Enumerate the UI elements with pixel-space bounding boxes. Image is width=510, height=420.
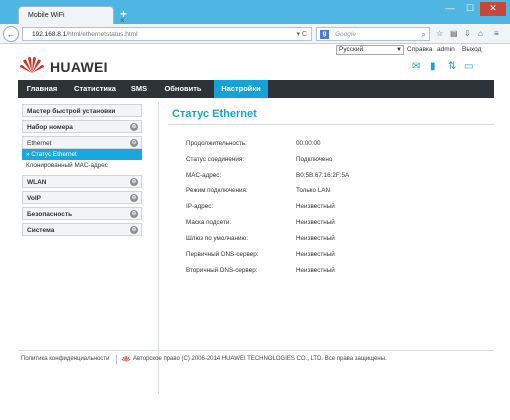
language-select[interactable]: Русский ▼	[336, 45, 404, 55]
expand-icon[interactable]: ⊕	[130, 178, 138, 186]
search-icon[interactable]: ⌕	[422, 30, 426, 40]
url-host: 192.168.8.1	[32, 31, 67, 38]
search-input[interactable]: Google	[335, 31, 356, 38]
primary-dns-value: Неизвестный	[296, 251, 335, 258]
menu-sms[interactable]: SMS	[124, 80, 154, 98]
mail-icon[interactable]: ✉	[412, 62, 420, 72]
sidebar-item-label: Система	[27, 227, 55, 234]
maximize-button[interactable]: ☐	[460, 2, 480, 16]
collapse-icon[interactable]: ⊖	[130, 139, 138, 147]
menu-update[interactable]: Обновить	[154, 80, 212, 98]
title-divider	[168, 124, 494, 125]
connection-status-label: Статус соединения:	[186, 156, 245, 163]
url-path: /html/ethernetstatus.html	[66, 31, 138, 38]
mac-address-value: B0:5B:67:16:2F:5A	[296, 172, 350, 179]
expand-icon[interactable]: ⊕	[130, 194, 138, 202]
search-engine-icon[interactable]: g	[320, 30, 329, 39]
bookmarks-list-icon[interactable]: ▤	[450, 30, 458, 38]
menu-settings[interactable]: Настройки	[214, 80, 268, 98]
expand-icon[interactable]: ⊕	[130, 226, 138, 234]
sidebar-item-system[interactable]: Система ⊕	[22, 223, 142, 236]
menu-statistics[interactable]: Статистика	[66, 80, 124, 98]
subnet-mask-label: Маска подсети:	[186, 219, 232, 226]
new-tab-button[interactable]: +	[120, 8, 127, 20]
download-icon[interactable]: ⇩	[464, 30, 471, 38]
copyright-text: Авторское право (C) 2006-2014 HUAWEI TEC…	[133, 356, 387, 362]
sidebar-item-label: VoIP	[27, 195, 41, 202]
url-text: 192.168.8.1/html/ethernetstatus.html	[32, 31, 138, 38]
page-title: Статус Ethernet	[172, 108, 257, 120]
main-menu: Главная Статистика SMS Обновить Настройк…	[18, 80, 494, 98]
expand-icon[interactable]: ⊕	[130, 123, 138, 131]
reload-icon[interactable]: ▾ C	[296, 30, 307, 38]
connection-status-value: Подключено	[296, 156, 333, 163]
brand-name: HUAWEI	[50, 59, 108, 75]
duration-value: 00:00:00	[296, 140, 321, 147]
ip-address-label: IP-адрес:	[186, 203, 214, 210]
sidebar-item-wlan[interactable]: WLAN ⊕	[22, 175, 142, 188]
signal-icon: ▮	[430, 61, 436, 72]
bookmark-star-icon[interactable]: ☆	[436, 30, 443, 38]
huawei-logo-icon	[20, 57, 44, 73]
sidebar-item-ethernet[interactable]: Ethernet ⊖	[22, 136, 142, 149]
sidebar-item-security[interactable]: Безопасность ⊕	[22, 207, 142, 220]
expand-icon[interactable]: ⊕	[130, 210, 138, 218]
close-window-button[interactable]: ✕	[480, 2, 506, 16]
default-gateway-value: Неизвестный	[296, 235, 335, 242]
sidebar-item-label: Безопасность	[27, 211, 73, 218]
connection-mode-value: Только LAN	[296, 187, 330, 194]
sidebar-item-quick-setup[interactable]: Мастер быстрой установки	[22, 104, 142, 117]
ip-address-value: Неизвестный	[296, 203, 335, 210]
subnet-mask-value: Неизвестный	[296, 219, 335, 226]
browser-navbar: ← 192.168.8.1/html/ethernetstatus.html ▾…	[0, 24, 510, 44]
footer-separator	[116, 355, 117, 364]
sidebar-item-label: Набор номера	[27, 124, 73, 131]
menu-icon[interactable]: ≡	[494, 30, 499, 38]
data-transfer-icon: ⇅	[448, 61, 457, 72]
window-titlebar: Mobile WiFi × + — ☐ ✕	[0, 0, 510, 25]
sidebar-item-label: Ethernet	[27, 140, 52, 147]
sidebar-item-label: Мастер быстрой установки	[27, 108, 116, 115]
search-bar[interactable]: g Google ⌕	[316, 27, 430, 41]
back-button[interactable]: ←	[3, 26, 19, 42]
sidebar-item-dial[interactable]: Набор номера ⊕	[22, 120, 142, 133]
privacy-policy-link[interactable]: Политика конфиденциальности	[21, 356, 110, 362]
menu-home[interactable]: Главная	[18, 80, 66, 98]
chevron-down-icon: ▼	[396, 47, 402, 53]
footer-divider	[18, 350, 494, 351]
mac-address-label: MAC-адрес:	[186, 172, 222, 179]
sidebar-item-label: WLAN	[27, 179, 47, 186]
sidebar-subitem-ethernet-status[interactable]: » Статус Ethernet	[22, 149, 142, 160]
secondary-dns-label: Вторичный DNS-сервер:	[186, 267, 258, 274]
ethernet-icon: ▭	[464, 61, 474, 72]
duration-label: Продолжительность:	[186, 140, 247, 147]
primary-dns-label: Первичный DNS-сервер:	[186, 251, 259, 258]
tab-title: Mobile WiFi	[28, 12, 65, 19]
home-icon[interactable]: ⌂	[478, 30, 483, 38]
browser-tab[interactable]: Mobile WiFi ×	[18, 6, 125, 25]
logout-link[interactable]: Выход	[462, 46, 481, 53]
secondary-dns-value: Неизвестный	[296, 267, 335, 274]
help-link[interactable]: Справка	[407, 46, 433, 53]
web-page: Русский ▼ Справка admin Выход HUAWEI ✉ ▮…	[0, 44, 510, 420]
minimize-button[interactable]: —	[440, 2, 460, 16]
huawei-small-logo-icon	[121, 356, 131, 362]
sidebar-item-voip[interactable]: VoIP ⊕	[22, 191, 142, 204]
user-link[interactable]: admin	[437, 46, 455, 53]
address-bar[interactable]: 192.168.8.1/html/ethernetstatus.html ▾ C	[22, 27, 312, 41]
default-gateway-label: Шлюз по умолчанию:	[186, 235, 249, 242]
language-value: Русский	[339, 46, 364, 53]
connection-mode-label: Режим подключения:	[186, 187, 248, 194]
sidebar-subitem-mac-clone[interactable]: Клонированный MAC-адрес	[22, 160, 142, 171]
